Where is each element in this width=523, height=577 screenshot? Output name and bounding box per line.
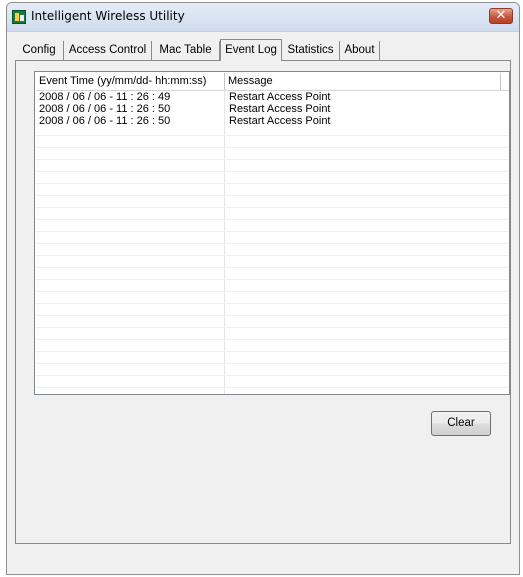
row-gridline <box>35 291 509 292</box>
tab-config[interactable]: Config <box>15 41 64 60</box>
row-gridline <box>35 135 509 136</box>
list-item[interactable]: 2008 / 06 / 06 - 11 : 26 : 49 Restart Ac… <box>36 91 509 103</box>
message-cell: Restart Access Point <box>229 91 331 103</box>
close-button[interactable]: ✕ <box>489 8 513 24</box>
list-header: Event Time (yy/mm/dd- hh:mm:ss) Message <box>36 73 509 91</box>
clear-button[interactable]: Clear <box>431 411 491 436</box>
row-gridline <box>35 303 509 304</box>
message-cell: Restart Access Point <box>229 115 331 127</box>
tab-statistics[interactable]: Statistics <box>282 41 340 60</box>
wireless-utility-icon <box>12 10 26 24</box>
row-gridline <box>35 147 509 148</box>
row-gridline <box>35 375 509 376</box>
tab-strip: Config Access Control Mac Table Event Lo… <box>15 39 511 61</box>
row-gridline <box>35 195 509 196</box>
row-gridline <box>35 363 509 364</box>
event-time-cell: 2008 / 06 / 06 - 11 : 26 : 50 <box>39 115 171 127</box>
message-cell: Restart Access Point <box>229 103 331 115</box>
column-header-event-time[interactable]: Event Time (yy/mm/dd- hh:mm:ss) <box>36 73 225 90</box>
row-gridline <box>35 231 509 232</box>
row-gridline <box>35 351 509 352</box>
row-gridline <box>35 339 509 340</box>
list-item[interactable]: 2008 / 06 / 06 - 11 : 26 : 50 Restart Ac… <box>36 115 509 127</box>
event-time-cell: 2008 / 06 / 06 - 11 : 26 : 50 <box>39 103 171 115</box>
tab-access-control[interactable]: Access Control <box>64 41 152 60</box>
column-header-message[interactable]: Message <box>225 73 501 90</box>
tab-mac-table[interactable]: Mac Table <box>152 41 220 60</box>
title-bar[interactable]: Intelligent Wireless Utility ✕ <box>7 3 519 32</box>
row-gridline <box>35 387 509 388</box>
tab-event-log[interactable]: Event Log <box>220 39 282 61</box>
row-gridline <box>35 267 509 268</box>
row-gridline <box>35 171 509 172</box>
event-time-cell: 2008 / 06 / 06 - 11 : 26 : 49 <box>39 91 171 103</box>
tab-about[interactable]: About <box>340 41 380 60</box>
app-window: Intelligent Wireless Utility ✕ Config Ac… <box>6 2 520 575</box>
list-item[interactable]: 2008 / 06 / 06 - 11 : 26 : 50 Restart Ac… <box>36 103 509 115</box>
status-bar <box>7 546 519 574</box>
event-log-panel: Event Time (yy/mm/dd- hh:mm:ss) Message … <box>15 60 511 544</box>
list-rows: 2008 / 06 / 06 - 11 : 26 : 49 Restart Ac… <box>36 91 509 127</box>
row-gridline <box>35 327 509 328</box>
row-gridline <box>35 279 509 280</box>
row-gridline <box>35 255 509 256</box>
event-log-list[interactable]: Event Time (yy/mm/dd- hh:mm:ss) Message … <box>34 71 510 395</box>
window-title: Intelligent Wireless Utility <box>31 9 185 23</box>
row-gridline <box>35 243 509 244</box>
row-gridline <box>35 315 509 316</box>
row-gridline <box>35 159 509 160</box>
close-icon: ✕ <box>495 8 507 23</box>
row-gridline <box>35 183 509 184</box>
row-gridline <box>35 219 509 220</box>
row-gridline <box>35 207 509 208</box>
